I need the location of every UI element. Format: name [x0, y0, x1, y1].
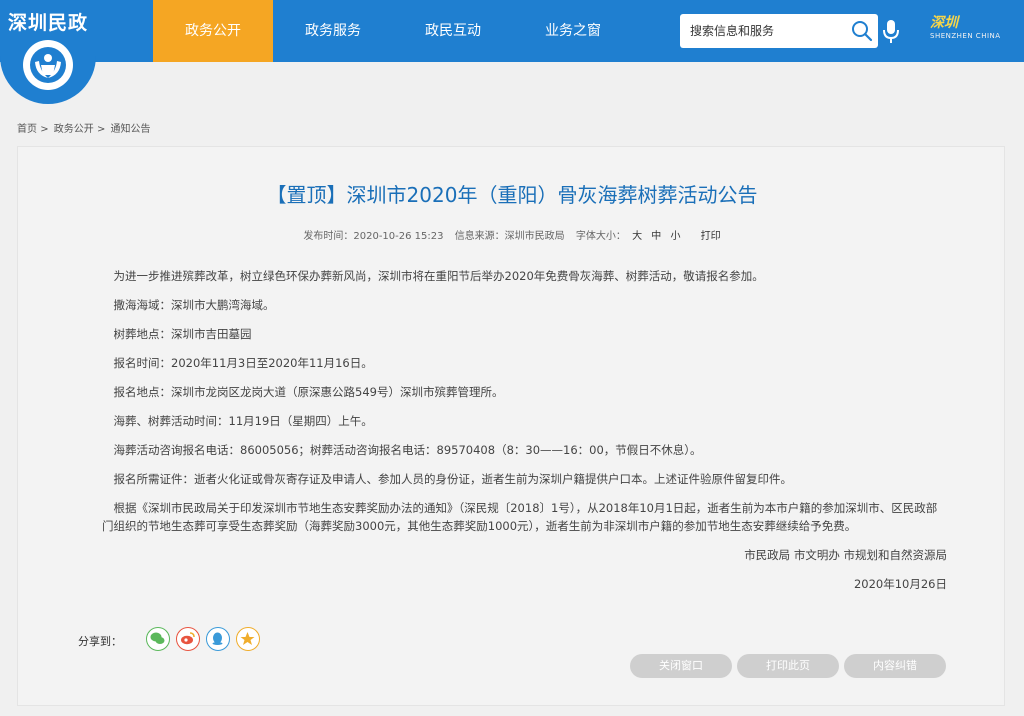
font-size-small[interactable]: 小: [670, 231, 680, 242]
article-title: 【置顶】深圳市2020年（重阳）骨灰海葬树葬活动公告: [266, 183, 758, 207]
breadcrumb: 首页 > 政务公开 > 通知公告: [17, 120, 151, 135]
publish-time: 发布时间：2020-10-26 15:23: [303, 231, 444, 242]
paragraph: 海葬、树葬活动时间：11月19日（星期四）上午。: [113, 414, 373, 428]
paragraph: 报名时间：2020年11月3日至2020年11月16日。: [113, 356, 373, 370]
search-icon[interactable]: [850, 19, 874, 43]
paragraph: 海葬活动咨询报名电话：86005056；树葬活动咨询报名电话：89570408（…: [113, 443, 702, 457]
breadcrumb-home[interactable]: 首页: [17, 124, 37, 135]
paragraph: 为进一步推进殡葬改革，树立绿色环保办葬新风尚，深圳市将在重阳节后举办2020年免…: [113, 269, 764, 283]
paragraph: 树葬地点：深圳市吉田墓园: [113, 327, 252, 341]
microphone-icon[interactable]: [882, 18, 900, 46]
breadcrumb-separator: >: [96, 124, 106, 135]
top-header: 政务公开 政务服务 政民互动 业务之窗 深圳 SHENZHEN CHINA: [0, 0, 1024, 62]
article-content: 为进一步推进殡葬改革，树立绿色环保办葬新风尚，深圳市将在重阳节后举办2020年免…: [102, 267, 947, 604]
nav-item-gov-services[interactable]: 政务服务: [273, 0, 393, 62]
font-size-large[interactable]: 大: [632, 231, 642, 242]
main-nav: 政务公开 政务服务 政民互动 业务之窗: [153, 0, 633, 62]
civil-affairs-emblem-icon: [23, 40, 73, 90]
paragraph: 报名所需证件：逝者火化证或骨灰寄存证及申请人、参加人员的身份证，逝者生前为深圳户…: [113, 472, 793, 486]
report-error-button[interactable]: 内容纠错: [844, 654, 946, 678]
print-page-button[interactable]: 打印此页: [737, 654, 839, 678]
close-window-button[interactable]: 关闭窗口: [630, 654, 732, 678]
paragraph: 根据《深圳市民政局关于印发深圳市节地生态安葬奖励办法的通知》（深民规〔2018〕…: [102, 501, 938, 533]
nav-item-gov-affairs-open[interactable]: 政务公开: [153, 0, 273, 62]
article-date: 2020年10月26日: [853, 577, 947, 591]
info-source: 信息来源：深圳市民政局: [454, 231, 565, 242]
wechat-icon[interactable]: [146, 627, 170, 651]
qzone-icon[interactable]: [236, 627, 260, 651]
breadcrumb-notices[interactable]: 通知公告: [111, 124, 151, 135]
brand-logo-text: 深圳: [930, 15, 958, 31]
font-size-label: 字体大小：: [575, 231, 626, 242]
brand-logo-subtitle: SHENZHEN CHINA: [930, 32, 1001, 40]
weibo-icon[interactable]: [176, 627, 200, 651]
site-logo[interactable]: 深圳民政: [0, 0, 96, 104]
qq-icon[interactable]: [206, 627, 230, 651]
share-label: 分享到：: [78, 635, 122, 648]
shenzhen-brand-logo: 深圳 SHENZHEN CHINA: [930, 12, 1016, 50]
search-box: [680, 14, 878, 48]
print-link[interactable]: 打印: [701, 231, 721, 242]
breadcrumb-separator: >: [40, 124, 49, 135]
font-size-medium[interactable]: 中: [651, 231, 661, 242]
breadcrumb-gov-open[interactable]: 政务公开: [54, 124, 94, 135]
article-panel: 【置顶】深圳市2020年（重阳）骨灰海葬树葬活动公告 发布时间：2020-10-…: [17, 146, 1005, 706]
site-logo-text: 深圳民政: [7, 12, 88, 34]
article-meta: 发布时间：2020-10-26 15:23 信息来源：深圳市民政局 字体大小： …: [18, 227, 1006, 242]
nav-item-interaction[interactable]: 政民互动: [393, 0, 513, 62]
paragraph: 报名地点：深圳市龙岗区龙岗大道（原深惠公路549号）深圳市殡葬管理所。: [113, 385, 504, 399]
signature: 市民政局 市文明办 市规划和自然资源局: [744, 548, 947, 562]
search-input[interactable]: [680, 14, 840, 48]
paragraph: 撒海海域：深圳市大鹏湾海域。: [113, 298, 275, 312]
nav-item-business-window[interactable]: 业务之窗: [513, 0, 633, 62]
